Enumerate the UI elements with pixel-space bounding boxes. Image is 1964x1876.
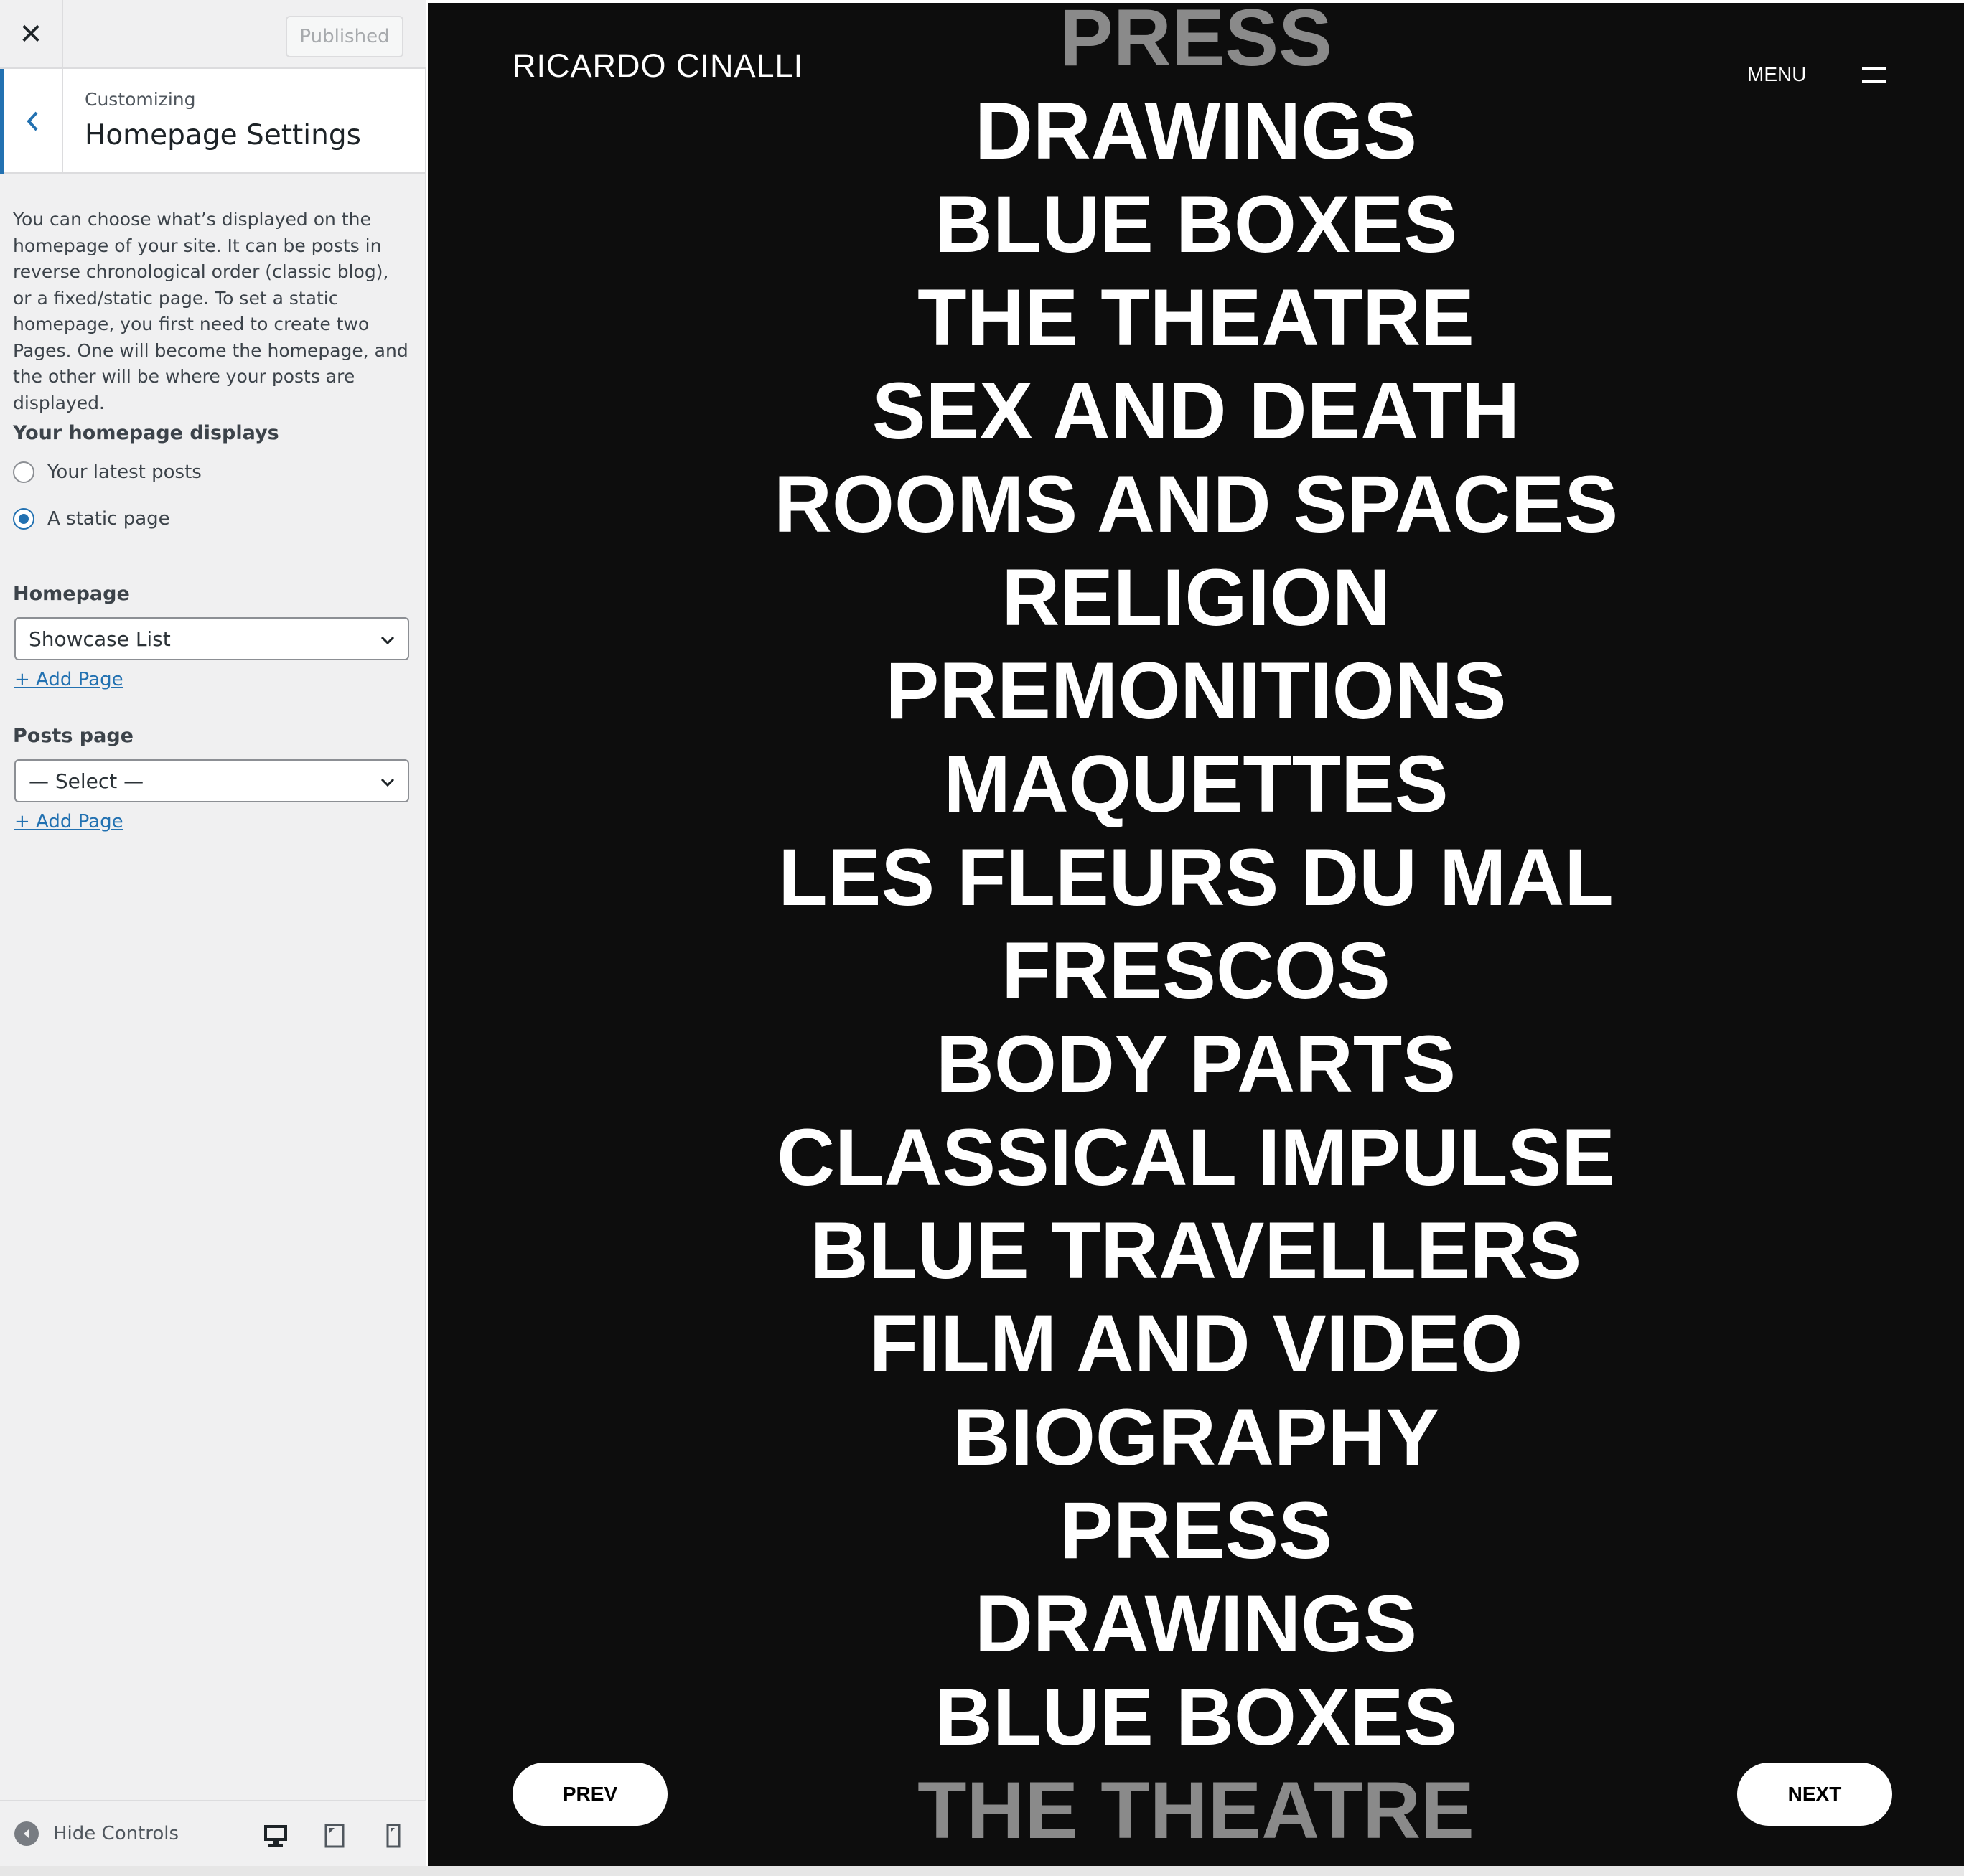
add-posts-page-link[interactable]: + Add Page [14, 811, 123, 833]
window-bottom-edge [0, 1866, 1964, 1876]
tablet-icon [324, 1824, 345, 1848]
site-preview: PRESS DRAWINGS BLUE BOXES THE THEATRE SEX AN… [428, 3, 1964, 1866]
posts-page-select-value: — Select — [29, 769, 144, 793]
homepage-select[interactable]: Showcase List [14, 617, 409, 660]
close-icon: ✕ [19, 18, 43, 51]
showcase-item[interactable]: FILM AND VIDEO [428, 1298, 1964, 1391]
radio-static-page[interactable]: A static page [13, 508, 170, 530]
radio-button[interactable] [13, 508, 34, 530]
chevron-down-icon [380, 636, 395, 645]
hide-controls-button[interactable]: Hide Controls [14, 1821, 179, 1846]
homepage-select-value: Showcase List [29, 627, 171, 651]
showcase-item[interactable]: MAQUETTES [428, 738, 1964, 831]
add-homepage-link[interactable]: + Add Page [14, 669, 123, 690]
desktop-icon [264, 1825, 287, 1847]
customizing-label: Customizing [85, 89, 196, 110]
prev-button[interactable]: PREV [513, 1763, 668, 1826]
homepage-heading: Homepage [13, 583, 130, 605]
next-button[interactable]: NEXT [1737, 1763, 1892, 1826]
showcase-item[interactable]: BLUE BOXES [428, 1671, 1964, 1764]
chevron-left-icon [26, 111, 37, 131]
section-header: Customizing Homepage Settings [0, 69, 425, 174]
customizer-footer: Hide Controls [0, 1800, 426, 1876]
collapse-left-icon [14, 1821, 39, 1846]
showcase-item[interactable]: LES FLEURS DU MAL [428, 831, 1964, 924]
showcase-item[interactable]: PRESS [428, 1484, 1964, 1577]
customizer-topbar: ✕ Published [0, 0, 426, 69]
section-description: You can choose what’s displayed on the h… [13, 209, 408, 413]
desktop-preview-button[interactable] [247, 1816, 306, 1873]
hamburger-icon[interactable] [1862, 66, 1886, 83]
back-button[interactable] [0, 69, 63, 174]
radio-label: Your latest posts [47, 461, 202, 483]
showcase-item[interactable]: BIOGRAPHY [428, 1391, 1964, 1484]
posts-page-heading: Posts page [13, 725, 134, 747]
showcase-item[interactable]: DRAWINGS [428, 1577, 1964, 1671]
customizer-sidebar: ✕ Published Customizing Homepage Setting… [0, 0, 426, 1876]
showcase-item[interactable]: SEX AND DEATH [428, 365, 1964, 458]
showcase-item[interactable]: THE THEATRE [428, 271, 1964, 365]
showcase-item[interactable]: DRAWINGS [428, 85, 1964, 178]
showcase-item[interactable]: BLUE BOXES [428, 178, 1964, 271]
site-title[interactable]: RICARDO CINALLI [513, 47, 803, 85]
showcase-item[interactable]: CLASSICAL IMPULSE [428, 1111, 1964, 1204]
posts-page-select[interactable]: — Select — [14, 759, 409, 802]
showcase-item[interactable]: BLUE TRAVELLERS [428, 1204, 1964, 1298]
showcase-item[interactable]: ROOMS AND SPACES [428, 458, 1964, 551]
section-title: Homepage Settings [85, 119, 361, 151]
showcase-item[interactable]: BODY PARTS [428, 1018, 1964, 1111]
radio-label: A static page [47, 508, 170, 530]
tablet-preview-button[interactable] [306, 1816, 363, 1856]
hide-controls-label: Hide Controls [53, 1823, 179, 1844]
radio-button[interactable] [13, 461, 34, 483]
homepage-displays-heading: Your homepage displays [13, 422, 279, 444]
mobile-icon [386, 1824, 401, 1848]
radio-latest-posts[interactable]: Your latest posts [13, 461, 202, 483]
showcase-item[interactable]: PREMONITIONS [428, 644, 1964, 738]
menu-button[interactable]: MENU [1747, 63, 1806, 86]
showcase-list: PRESS DRAWINGS BLUE BOXES THE THEATRE SEX AN… [428, 3, 1964, 1857]
mobile-preview-button[interactable] [365, 1816, 422, 1856]
chevron-down-icon [380, 778, 395, 787]
showcase-item[interactable]: FRESCOS [428, 924, 1964, 1018]
close-customizer-button[interactable]: ✕ [0, 0, 63, 69]
published-button[interactable]: Published [286, 16, 403, 57]
showcase-item[interactable]: RELIGION [428, 551, 1964, 644]
